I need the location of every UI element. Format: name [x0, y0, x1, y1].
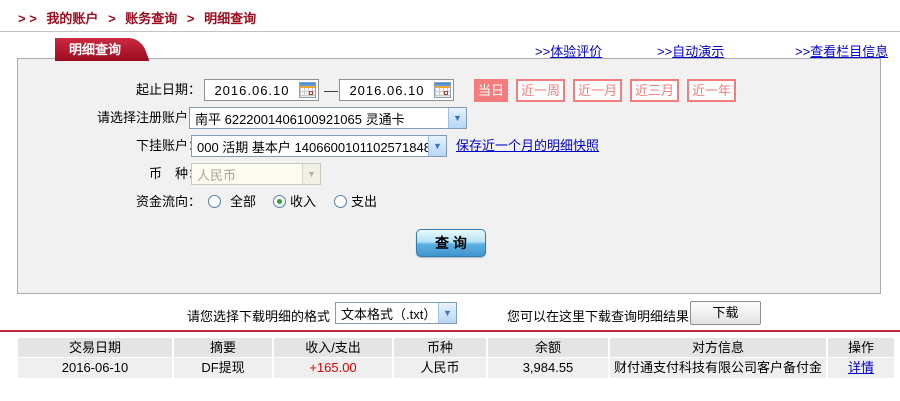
breadcrumb: > > 我的账户 > 账务查询 > 明细查询: [18, 8, 262, 27]
calendar-icon-grid: [300, 88, 315, 96]
breadcrumb-arrows: > >: [18, 11, 37, 26]
cell-summary: DF提现: [174, 358, 272, 378]
column-header-counterparty: 对方信息: [610, 338, 826, 357]
cell-income-expense: +165.00: [274, 358, 392, 378]
breadcrumb-item-account-query[interactable]: 账务查询: [125, 11, 177, 26]
end-date-input[interactable]: 2016.06.10: [339, 79, 454, 101]
last-3-months-button[interactable]: 近三月: [630, 79, 679, 102]
breadcrumb-separator: >: [187, 11, 195, 26]
date-range-dash: —: [324, 79, 338, 101]
date-range-row: 起止日期： 2016.06.10 — 2016.06.10 当日 近一周 近一月…: [18, 79, 880, 101]
calendar-icon[interactable]: [434, 82, 451, 98]
cell-counterparty: 财付通支付科技有限公司客户备付金: [610, 358, 826, 378]
query-form-panel: 起止日期： 2016.06.10 — 2016.06.10 当日 近一周 近一月…: [17, 58, 881, 294]
table-row: 2016-06-10 DF提现 +165.00 人民币 3,984.55 财付通…: [18, 358, 882, 378]
breadcrumb-item-detail-query[interactable]: 明细查询: [204, 11, 256, 26]
link-view-column-info-label: 查看栏目信息: [810, 44, 888, 59]
calendar-icon[interactable]: [299, 82, 316, 98]
calendar-icon-grid: [435, 88, 450, 96]
last-month-button[interactable]: 近一月: [573, 79, 622, 102]
cell-currency: 人民币: [394, 358, 486, 378]
column-header-action: 操作: [828, 338, 894, 357]
double-arrow-icon: >>: [657, 44, 672, 59]
cell-trade-date: 2016-06-10: [18, 358, 172, 378]
flow-income-radio[interactable]: [273, 195, 286, 208]
breadcrumb-item-my-account[interactable]: 我的账户: [46, 11, 98, 26]
sub-account-row: 下挂账户： 000 活期 基本户 1406600101102571848 ▼ 保…: [18, 135, 880, 157]
tab-detail-query: 明细查询: [55, 38, 125, 61]
sub-account-label: 下挂账户：: [18, 135, 201, 157]
chevron-down-icon[interactable]: ▼: [448, 108, 466, 128]
download-format-label: 请您选择下载明细的格式: [0, 306, 330, 325]
start-date-input[interactable]: 2016.06.10: [204, 79, 319, 101]
last-year-button[interactable]: 近一年: [687, 79, 736, 102]
divider: [0, 31, 900, 32]
column-header-balance: 余额: [488, 338, 608, 357]
link-experience-rating-label: 体验评价: [550, 44, 602, 59]
flow-all-label[interactable]: 全部: [230, 191, 256, 213]
chevron-down-icon[interactable]: ▼: [438, 303, 456, 323]
sub-account-select[interactable]: 000 活期 基本户 1406600101102571848 ▼: [191, 135, 447, 157]
column-header-summary: 摘要: [174, 338, 272, 357]
download-format-value: 文本格式（.txt）: [336, 304, 438, 323]
registered-account-label: 请选择注册账户：: [18, 107, 201, 129]
currency-label: 币 种：: [18, 163, 201, 185]
today-button[interactable]: 当日: [474, 79, 508, 102]
registered-account-row: 请选择注册账户： 南平 6222001406100921065 灵通卡 ▼: [18, 107, 880, 129]
registered-account-value: 南平 6222001406100921065 灵通卡: [190, 109, 448, 128]
flow-income-label[interactable]: 收入: [290, 191, 316, 213]
end-date-value: 2016.06.10: [340, 83, 434, 98]
cell-balance: 3,984.55: [488, 358, 608, 378]
query-button[interactable]: 查 询: [416, 229, 486, 257]
link-auto-demo-label: 自动演示: [672, 44, 724, 59]
currency-row: 币 种： 人民币 ▼: [18, 163, 880, 185]
currency-select: 人民币 ▼: [191, 163, 321, 185]
chevron-down-icon[interactable]: ▼: [428, 136, 446, 156]
divider: [0, 330, 900, 332]
download-button[interactable]: 下载: [690, 301, 761, 325]
chevron-down-icon: ▼: [302, 164, 320, 184]
cell-action: 详情: [828, 358, 894, 378]
save-snapshot-link[interactable]: 保存近一个月的明细快照: [456, 135, 599, 157]
breadcrumb-separator: >: [108, 11, 116, 26]
fund-flow-label: 资金流向：: [18, 191, 201, 213]
flow-expense-radio[interactable]: [334, 195, 347, 208]
double-arrow-icon: >>: [795, 44, 810, 59]
column-header-currency: 币种: [394, 338, 486, 357]
result-table-header: 交易日期 摘要 收入/支出 币种 余额 对方信息 操作: [18, 338, 882, 357]
flow-all-radio[interactable]: [208, 195, 221, 208]
column-header-income-expense: 收入/支出: [274, 338, 392, 357]
date-range-label: 起止日期：: [18, 79, 201, 101]
sub-account-value: 000 活期 基本户 1406600101102571848: [192, 137, 428, 156]
start-date-value: 2016.06.10: [205, 83, 299, 98]
download-format-select[interactable]: 文本格式（.txt） ▼: [335, 302, 457, 324]
detail-link[interactable]: 详情: [848, 360, 874, 375]
currency-value: 人民币: [192, 165, 302, 184]
download-hint: 您可以在这里下载查询明细结果: [507, 306, 689, 325]
registered-account-select[interactable]: 南平 6222001406100921065 灵通卡 ▼: [189, 107, 467, 129]
double-arrow-icon: >>: [535, 44, 550, 59]
last-week-button[interactable]: 近一周: [516, 79, 565, 102]
detail-query-page: > > 我的账户 > 账务查询 > 明细查询 明细查询 >>体验评价 >>自动演…: [0, 0, 900, 401]
fund-flow-row: 资金流向： 全部 收入 支出: [18, 191, 880, 213]
flow-expense-label[interactable]: 支出: [351, 191, 377, 213]
column-header-trade-date: 交易日期: [18, 338, 172, 357]
